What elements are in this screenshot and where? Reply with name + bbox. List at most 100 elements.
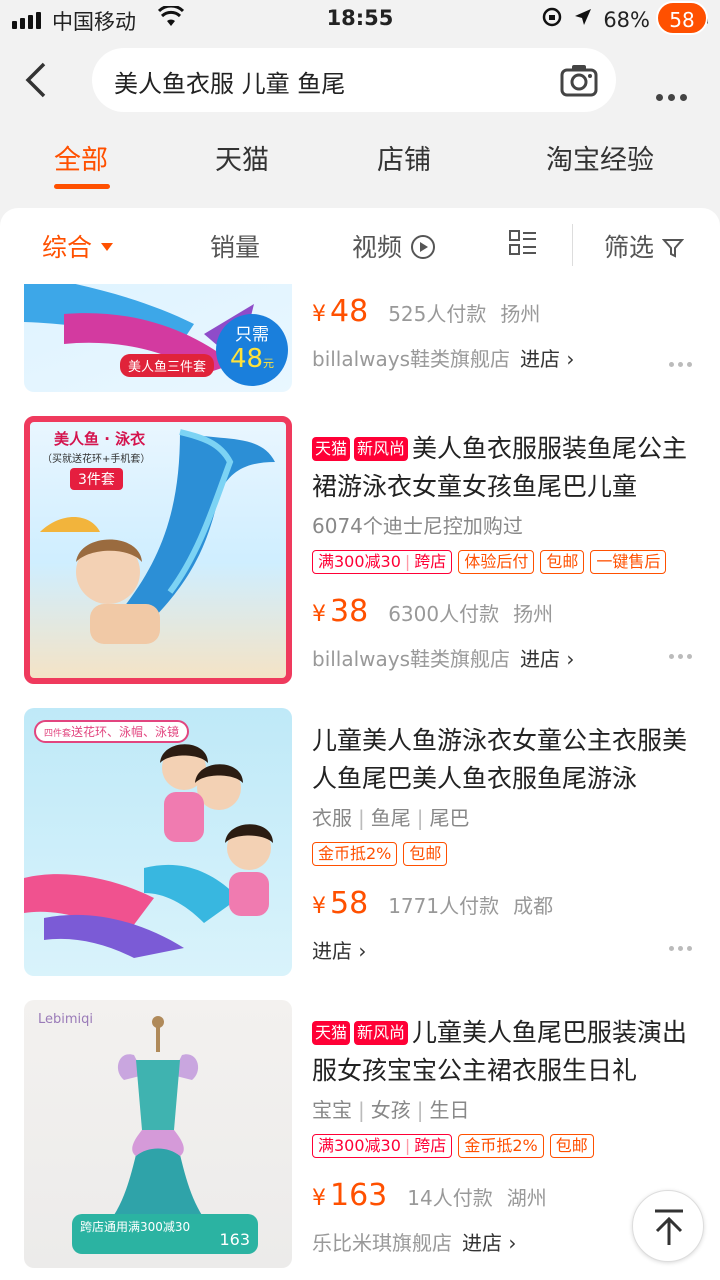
promo-tags: 金币抵2% 包邮 — [312, 842, 704, 868]
image-badge-top: 只需 — [235, 325, 269, 345]
sales-count: 525人付款 — [388, 302, 487, 326]
product-attrs: 衣服 | 鱼尾 | 尾巴 — [312, 806, 470, 830]
image-promo-banner: 跨店通用满300减30 163 — [72, 1214, 258, 1254]
promo-tag: 体验后付 — [458, 550, 535, 574]
enter-shop-label: 进店 — [520, 346, 561, 371]
promo-tags: 满300减30 | 跨店 金币抵2% 包邮 — [312, 1134, 704, 1160]
shop-name[interactable]: billalways鞋类旗舰店 — [312, 643, 510, 672]
promo-tags: 满300减30 | 跨店 体验后付 包邮 一键售后 — [312, 550, 704, 576]
enter-shop-label: 进店 — [520, 646, 561, 671]
product-list: 美人鱼三件套 只需 48元 ¥ 48 525人付款 扬州 billalways鞋… — [0, 284, 720, 1280]
tab-tmall[interactable]: 天猫 — [215, 138, 269, 177]
filter-funnel-icon — [661, 239, 685, 258]
tab-all[interactable]: 全部 — [54, 138, 108, 177]
play-circle-icon — [410, 235, 435, 259]
attr-tag: 宝宝 — [312, 1098, 352, 1122]
product-price: 48 — [330, 294, 369, 329]
back-button[interactable] — [22, 60, 58, 100]
search-header: 美人鱼衣服 儿童 鱼尾 — [0, 40, 720, 120]
product-attrs: 6074个迪士尼控加购过 — [312, 514, 523, 538]
chevron-left-icon — [25, 62, 46, 98]
new-trend-tag: 新风尚 — [354, 1021, 409, 1045]
sales-count: 1771人付款 — [388, 894, 500, 918]
battery-percent: 68% — [603, 7, 650, 32]
filter-button[interactable]: 筛选 — [604, 228, 685, 264]
enter-shop-link[interactable]: 进店 › — [312, 935, 366, 964]
more-options-icon[interactable] — [669, 362, 692, 367]
sort-video[interactable]: 视频 — [352, 228, 436, 264]
sort-comprehensive-label: 综合 — [42, 233, 93, 262]
product-attrs: 宝宝 | 女孩 | 生日 — [312, 1098, 470, 1122]
location-icon — [573, 7, 593, 32]
product-card[interactable]: Lebimiqi 跨店通用满300减30 163 天猫 新风尚 儿童美人鱼尾巴服装演… — [0, 1000, 720, 1270]
rotation-lock-icon — [541, 6, 563, 33]
product-card[interactable]: 美人鱼 · 泳衣 （买就送花环+手机套） 3件套 天猫 新风尚 美人鱼衣服服装鱼尾公… — [0, 416, 720, 686]
promo-tag: 包邮 — [540, 550, 585, 574]
sales-count: 6300人付款 — [388, 602, 500, 626]
filter-label: 筛选 — [604, 233, 655, 262]
sort-divider — [572, 224, 573, 266]
back-to-top-button[interactable] — [632, 1190, 704, 1262]
category-tabs: 全部 天猫 店铺 淘宝经验 — [0, 122, 720, 206]
promo-tag: 金币抵2% — [312, 842, 398, 866]
ship-location: 湖州 — [506, 1186, 547, 1210]
product-image[interactable]: 四件套送花环、泳帽、泳镜 — [24, 708, 292, 976]
cart-count-badge: 58 — [656, 1, 708, 35]
enter-shop-link[interactable]: 进店 › — [520, 343, 574, 372]
promo-cross-store: 跨店 — [414, 1136, 447, 1155]
product-price: 163 — [330, 1178, 388, 1213]
sort-bar: 综合 销量 视频 筛选 — [0, 208, 720, 284]
ship-location: 扬州 — [500, 302, 541, 326]
attr-tag: 女孩 — [370, 1098, 411, 1122]
currency-symbol: ¥ — [312, 602, 326, 627]
tab-shops[interactable]: 店铺 — [377, 138, 431, 177]
sort-comprehensive[interactable]: 综合 — [42, 228, 114, 264]
sort-video-label: 视频 — [352, 233, 403, 262]
more-options-icon[interactable] — [669, 946, 692, 951]
product-image[interactable]: Lebimiqi 跨店通用满300减30 163 — [24, 1000, 292, 1268]
product-title[interactable]: 天猫 新风尚 儿童美人鱼尾巴服装演出服女孩宝宝公主裙衣服生日礼 — [312, 1014, 704, 1090]
promo-cross-store: 跨店 — [414, 552, 447, 571]
search-query: 美人鱼衣服 儿童 鱼尾 — [114, 70, 346, 98]
promo-tag: 包邮 — [549, 1134, 594, 1158]
search-input[interactable]: 美人鱼衣服 儿童 鱼尾 — [92, 48, 616, 112]
product-image[interactable]: 美人鱼三件套 只需 48元 — [24, 284, 292, 392]
ship-location: 扬州 — [513, 602, 554, 626]
image-price-badge: 只需 48元 — [216, 314, 288, 386]
shop-name[interactable]: 乐比米琪旗舰店 — [312, 1227, 452, 1256]
promo-discount-amount: 满300减30 — [318, 552, 401, 571]
image-badge-price: 48 — [229, 344, 264, 374]
status-bar: 中国移动 18:55 68% — [0, 0, 720, 40]
product-title[interactable]: 天猫 新风尚 美人鱼衣服服装鱼尾公主裙游泳衣女童女孩鱼尾巴儿童 — [312, 430, 704, 506]
promo-discount-tag: 满300减30 | 跨店 — [312, 550, 453, 574]
product-title[interactable]: 儿童美人鱼游泳衣女童公主衣服美人鱼尾巴美人鱼衣服鱼尾游泳 — [312, 722, 704, 798]
product-card[interactable]: 四件套送花环、泳帽、泳镜 儿童美人鱼游泳衣女童公主衣服美人鱼尾巴美人鱼衣服鱼尾游… — [0, 708, 720, 978]
currency-symbol: ¥ — [312, 302, 326, 327]
more-dots-icon — [656, 94, 687, 101]
more-options-icon[interactable] — [669, 654, 692, 659]
attr-tag: 鱼尾 — [370, 806, 411, 830]
tab-taobao-experience[interactable]: 淘宝经验 — [546, 138, 654, 177]
attr-tag: 生日 — [429, 1098, 470, 1122]
enter-shop-label: 进店 — [462, 1230, 502, 1255]
enter-shop-label: 进店 — [312, 938, 352, 963]
attr-tag: 尾巴 — [429, 806, 470, 830]
promo-tag: 一键售后 — [590, 550, 667, 574]
image-promo-price: 163 — [219, 1230, 250, 1249]
sort-sales[interactable]: 销量 — [210, 228, 260, 264]
more-menu-button[interactable] — [656, 74, 687, 101]
enter-shop-link[interactable]: 进店 › — [462, 1227, 516, 1256]
shop-name[interactable]: billalways鞋类旗舰店 — [312, 343, 510, 372]
currency-symbol: ¥ — [312, 894, 326, 919]
promo-discount-amount: 满300减30 — [318, 1136, 401, 1155]
sales-count: 14人付款 — [407, 1186, 493, 1210]
attr-tag: 衣服 — [312, 806, 352, 830]
camera-icon[interactable] — [560, 62, 598, 98]
product-price: 58 — [330, 886, 369, 921]
enter-shop-link[interactable]: 进店 › — [520, 643, 574, 672]
product-image[interactable]: 美人鱼 · 泳衣 （买就送花环+手机套） 3件套 — [24, 416, 292, 684]
product-card[interactable]: 美人鱼三件套 只需 48元 ¥ 48 525人付款 扬州 billalways鞋… — [0, 284, 720, 394]
new-trend-tag: 新风尚 — [354, 437, 409, 461]
promo-tag: 包邮 — [403, 842, 448, 866]
layout-toggle-icon[interactable] — [508, 228, 538, 264]
